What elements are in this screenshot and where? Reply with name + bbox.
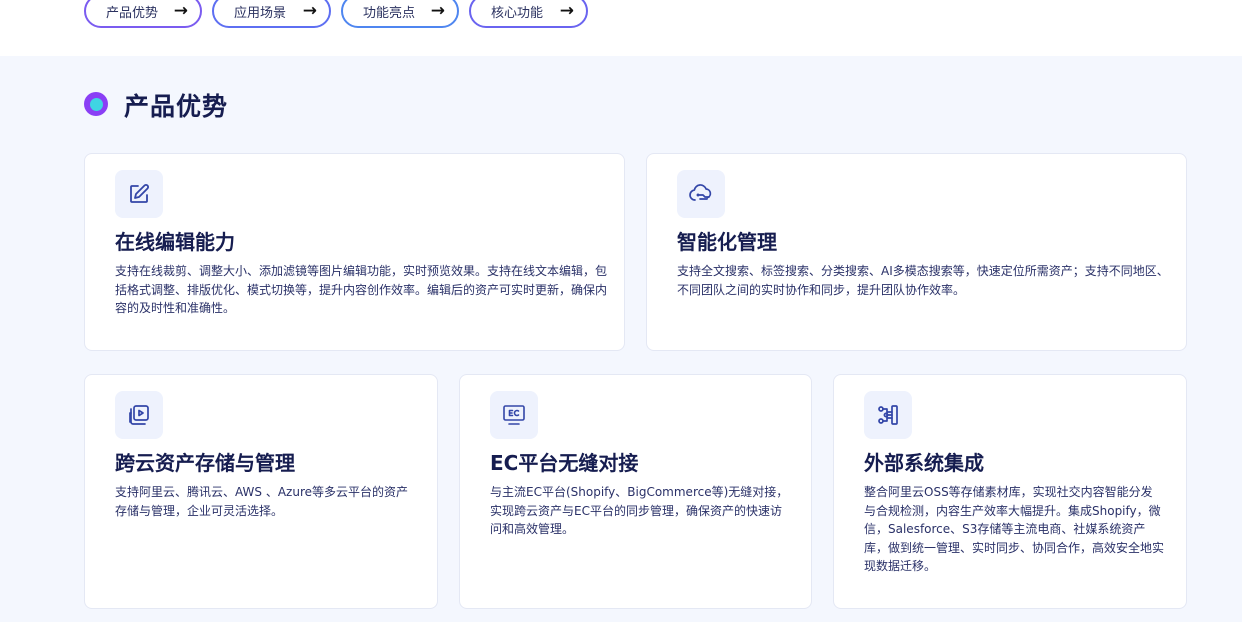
card-title: EC平台无缝对接 <box>490 451 639 475</box>
card-description: 与主流EC平台(Shopify、BigCommerce等)无缝对接，实现跨云资产… <box>490 485 789 536</box>
nav-pill-label: 核心功能 <box>491 5 544 21</box>
card-description: 支持全文搜索、标签搜索、分类搜索、AI多模态搜索等，快速定位所需资产；支持不同地… <box>677 264 1169 297</box>
feature-card-ec-platform: EC平台无缝对接 与主流EC平台(Shopify、BigCommerce等)无缝… <box>459 374 812 609</box>
card-title: 外部系统集成 <box>864 451 984 475</box>
arrow-right-icon: → <box>302 1 317 21</box>
media-library-icon <box>115 391 163 439</box>
card-title: 跨云资产存储与管理 <box>115 451 295 475</box>
arrow-right-icon: → <box>559 1 574 21</box>
edit-icon <box>115 170 163 218</box>
arrow-right-icon: → <box>173 1 188 21</box>
card-description: 整合阿里云OSS等存储素材库，实现社交内容智能分发与合规检测，内容生产效率大幅提… <box>864 485 1165 573</box>
nav-pill-label: 功能亮点 <box>363 5 416 21</box>
top-nav-bar: 产品优势 → 应用场景 → 功能亮点 → 核心功能 → <box>0 0 1242 56</box>
cloud-brain-icon <box>677 170 725 218</box>
feature-card-external-integration: 外部系统集成 整合阿里云OSS等存储素材库，实现社交内容智能分发与合规检测，内容… <box>833 374 1187 609</box>
feature-card-smart-management: 智能化管理 支持全文搜索、标签搜索、分类搜索、AI多模态搜索等，快速定位所需资产… <box>646 153 1187 351</box>
section-bullet-icon <box>84 92 108 116</box>
nav-pill-core-features[interactable]: 核心功能 → <box>469 0 588 28</box>
nav-pill-label: 应用场景 <box>234 5 287 21</box>
feature-card-multi-cloud: 跨云资产存储与管理 支持阿里云、腾讯云、AWS 、Azure等多云平台的资产存储… <box>84 374 438 609</box>
nav-pill-highlights[interactable]: 功能亮点 → <box>341 0 459 28</box>
card-title: 智能化管理 <box>677 230 777 254</box>
section-title: 产品优势 <box>124 92 229 121</box>
card-title: 在线编辑能力 <box>115 230 235 254</box>
nav-pill-label: 产品优势 <box>106 5 159 21</box>
feature-card-online-editing: 在线编辑能力 支持在线裁剪、调整大小、添加滤镜等图片编辑功能，实时预览效果。支持… <box>84 153 625 351</box>
nav-pill-scenarios[interactable]: 应用场景 → <box>212 0 331 28</box>
arrow-right-icon: → <box>430 1 445 21</box>
ec-monitor-icon <box>490 391 538 439</box>
integration-icon <box>864 391 912 439</box>
card-description: 支持阿里云、腾讯云、AWS 、Azure等多云平台的资产存储与管理，企业可灵活选… <box>115 485 409 518</box>
card-description: 支持在线裁剪、调整大小、添加滤镜等图片编辑功能，实时预览效果。支持在线文本编辑，… <box>115 264 608 315</box>
nav-pill-advantages[interactable]: 产品优势 → <box>84 0 202 28</box>
